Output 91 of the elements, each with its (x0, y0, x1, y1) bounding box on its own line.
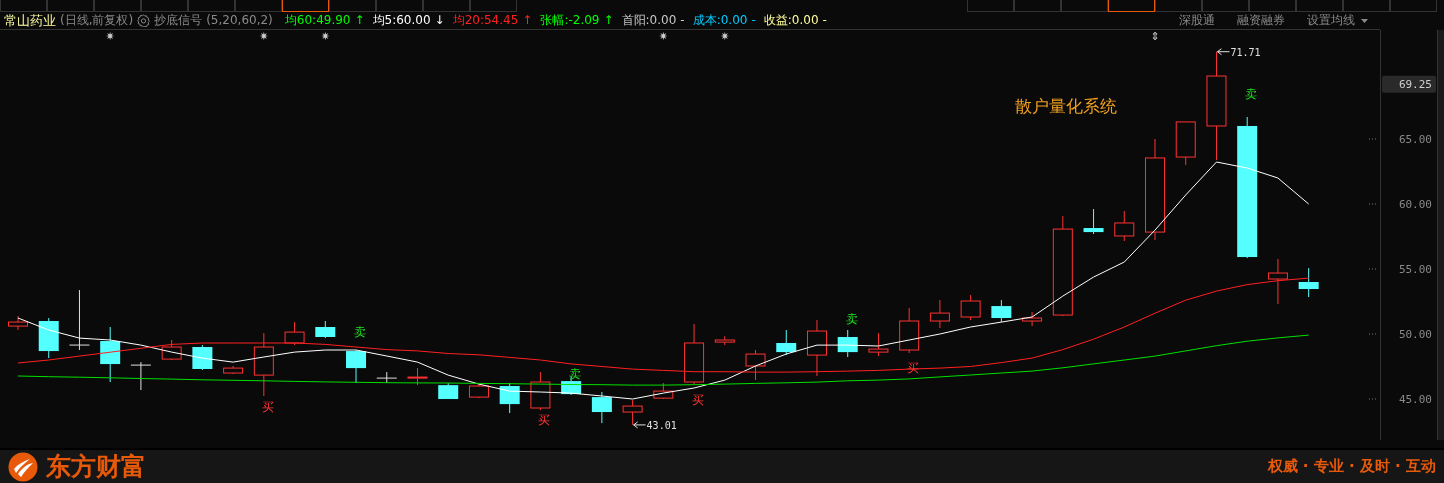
candlestick (622, 399, 643, 426)
axis-label: 55.00 (1398, 263, 1432, 276)
overlay-text: 散户量化系统 (1015, 96, 1117, 116)
axis-label: 60.00 (1398, 198, 1432, 211)
candlestick (223, 365, 244, 375)
menu-button[interactable]: 融资融券 (1237, 12, 1285, 29)
candlestick (591, 391, 612, 424)
candlestick (407, 367, 428, 386)
indicator-name: 抄底信号 (154, 12, 203, 29)
stat-value: 张幅:-2.09 (540, 12, 600, 29)
candlestick (192, 344, 213, 371)
candlestick (929, 299, 950, 329)
trend-icon: - (680, 12, 685, 29)
sell-signal: 卖 (354, 325, 367, 339)
candlestick (130, 361, 152, 391)
sell-signal: 卖 (569, 367, 582, 381)
sell-signal: 卖 (845, 312, 858, 326)
stat-value: 均5:60.00 (372, 12, 431, 29)
candlestick (38, 317, 59, 359)
candlestick (1114, 210, 1135, 242)
candlestick (807, 319, 827, 377)
candlestick (991, 299, 1012, 323)
candlestick (1083, 208, 1104, 235)
period-label: (日线,前复权) (60, 12, 134, 29)
tab[interactable] (282, 0, 329, 12)
candlestick (8, 315, 28, 331)
candlestick (1175, 121, 1196, 166)
signal-mark: ✷ (720, 30, 730, 43)
tab[interactable] (1108, 0, 1155, 12)
axis-label: 45.00 (1398, 393, 1432, 407)
stock-name: 常山药业 (4, 12, 56, 29)
stat-value: 首阳:0.00 (621, 12, 677, 29)
signal-mark: ✷ (658, 30, 668, 43)
slogan: 权威 · 专业 · 及时 · 互动 (1267, 456, 1436, 478)
buy-signal: 买 (538, 413, 551, 427)
price-label: 71.71 (1230, 46, 1261, 58)
candlestick (468, 383, 489, 399)
signal-mark: ✷ (320, 30, 330, 43)
trend-icon: ↑ (603, 12, 614, 29)
stat-value: 均20:54.45 (452, 12, 519, 29)
trend-icon: ↑ (354, 12, 365, 29)
trend-icon: ↑ (522, 12, 533, 29)
scrollbar[interactable] (1437, 30, 1444, 440)
candlestick (68, 289, 90, 351)
candlestick (745, 349, 766, 381)
signal-mark: ⇕ (1150, 30, 1160, 43)
candlestick (1267, 258, 1288, 305)
candlestick (438, 382, 459, 400)
trend-icon: - (822, 12, 827, 29)
price-label: 69.25 (1398, 77, 1432, 91)
buy-signal: 买 (692, 393, 705, 407)
candlestick (776, 329, 797, 356)
candlestick (960, 294, 981, 321)
arrow-icon (1216, 48, 1230, 56)
candlestick (284, 321, 305, 346)
stat-value: 收益:0.00 (763, 12, 819, 29)
candlestick (499, 382, 520, 414)
candlestick (376, 371, 398, 384)
trend-icon: - (751, 12, 756, 29)
brand-name: 东方财富 (46, 451, 146, 482)
stat-value: 均60:49.90 (284, 12, 351, 29)
sell-signal: 卖 (1245, 87, 1258, 101)
menu-button[interactable]: 设置均线 (1307, 12, 1355, 29)
arrow-icon (633, 421, 647, 429)
indicator-params: (5,20,60,2) (206, 12, 273, 29)
candlestick (315, 320, 336, 339)
candlestick (837, 329, 858, 358)
candlestick (868, 332, 889, 357)
candlestick (530, 371, 551, 411)
trend-icon: ↓ (434, 12, 445, 29)
candlestick (1298, 267, 1319, 298)
candlestick (653, 382, 674, 400)
buy-signal: 买 (261, 400, 274, 414)
signal-mark: ✷ (259, 30, 269, 43)
candlestick (899, 307, 920, 354)
candlestick (346, 349, 367, 384)
candlestick (684, 323, 705, 385)
candlestick (161, 339, 182, 361)
axis-label: 50.00 (1398, 328, 1432, 341)
candlestick (1022, 311, 1043, 327)
logo-icon (8, 451, 38, 482)
menu-button[interactable]: 深股通 (1179, 12, 1215, 29)
settings-icon[interactable] (137, 14, 151, 27)
axis-label: 65.00 (1398, 132, 1432, 146)
candlestick (253, 332, 274, 397)
caret-icon (1361, 18, 1368, 23)
candlestick (714, 335, 735, 346)
signal-mark: ✷ (105, 30, 115, 43)
price-label: 43.01 (646, 419, 677, 431)
stat-value: 成本:0.00 (692, 12, 748, 29)
candlestick (100, 326, 121, 383)
